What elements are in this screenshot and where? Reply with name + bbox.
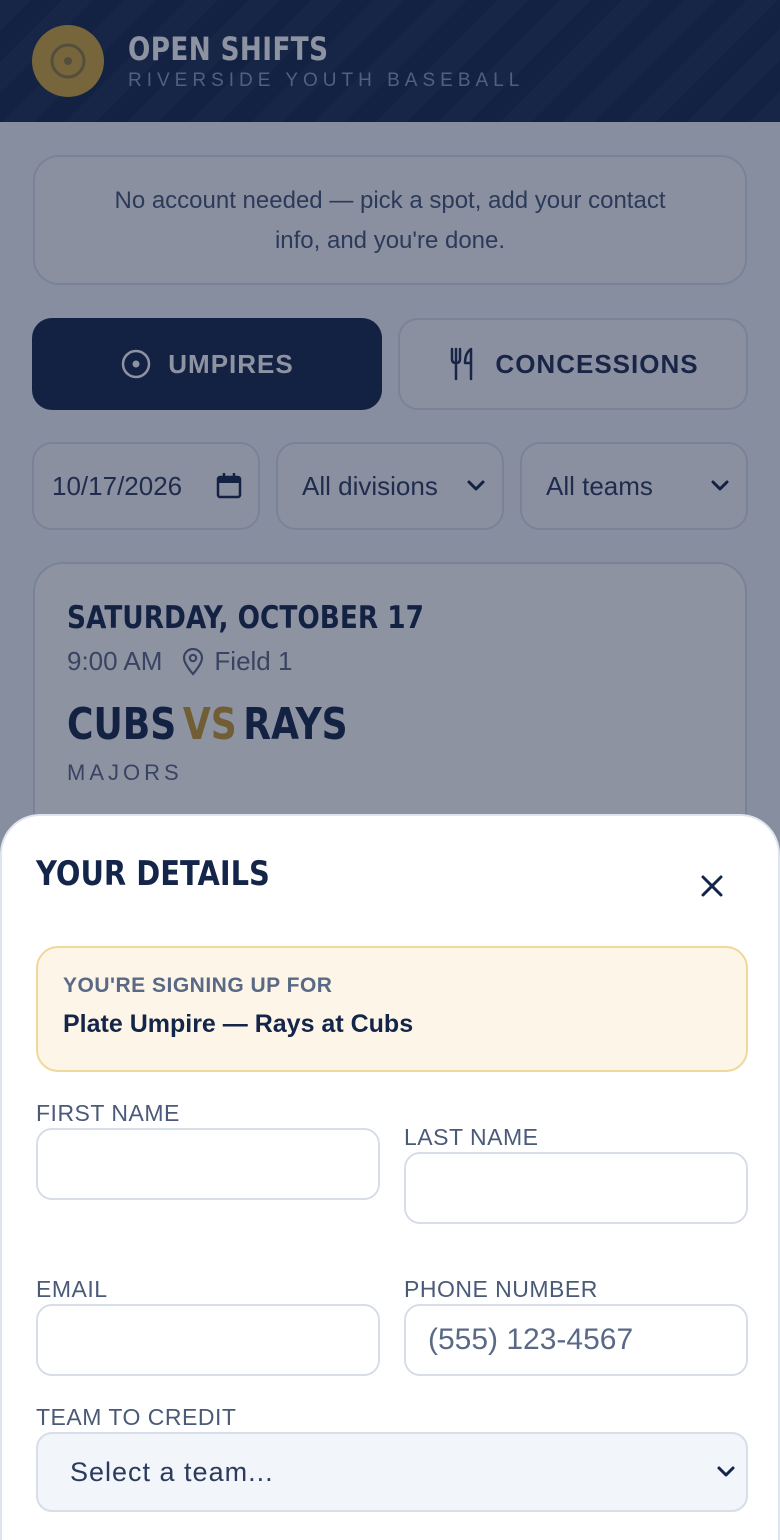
first-name-label: FIRST NAME <box>36 1100 180 1126</box>
team-credit-label: TEAM TO CREDIT <box>36 1404 237 1430</box>
email-input[interactable] <box>36 1304 380 1376</box>
details-sheet: YOUR DETAILS YOU'RE SIGNING UP FOR Plate… <box>0 814 780 1540</box>
team-credit-select[interactable]: Select a team... <box>36 1432 748 1512</box>
signup-summary: YOU'RE SIGNING UP FOR Plate Umpire — Ray… <box>36 946 748 1072</box>
phone-input[interactable] <box>404 1304 748 1376</box>
first-name-input[interactable] <box>36 1128 380 1200</box>
phone-label: PHONE NUMBER <box>404 1276 598 1302</box>
last-name-label: LAST NAME <box>404 1124 539 1150</box>
team-credit-value: Select a team... <box>70 1456 274 1487</box>
last-name-input[interactable] <box>404 1152 748 1224</box>
close-button[interactable] <box>692 866 732 906</box>
email-label: EMAIL <box>36 1276 108 1302</box>
signup-label: YOU'RE SIGNING UP FOR <box>63 974 333 997</box>
chevron-down-icon <box>716 1465 736 1479</box>
signup-value: Plate Umpire — Rays at Cubs <box>63 1010 414 1038</box>
sheet-title: YOUR DETAILS <box>36 854 270 894</box>
close-icon <box>700 874 724 898</box>
